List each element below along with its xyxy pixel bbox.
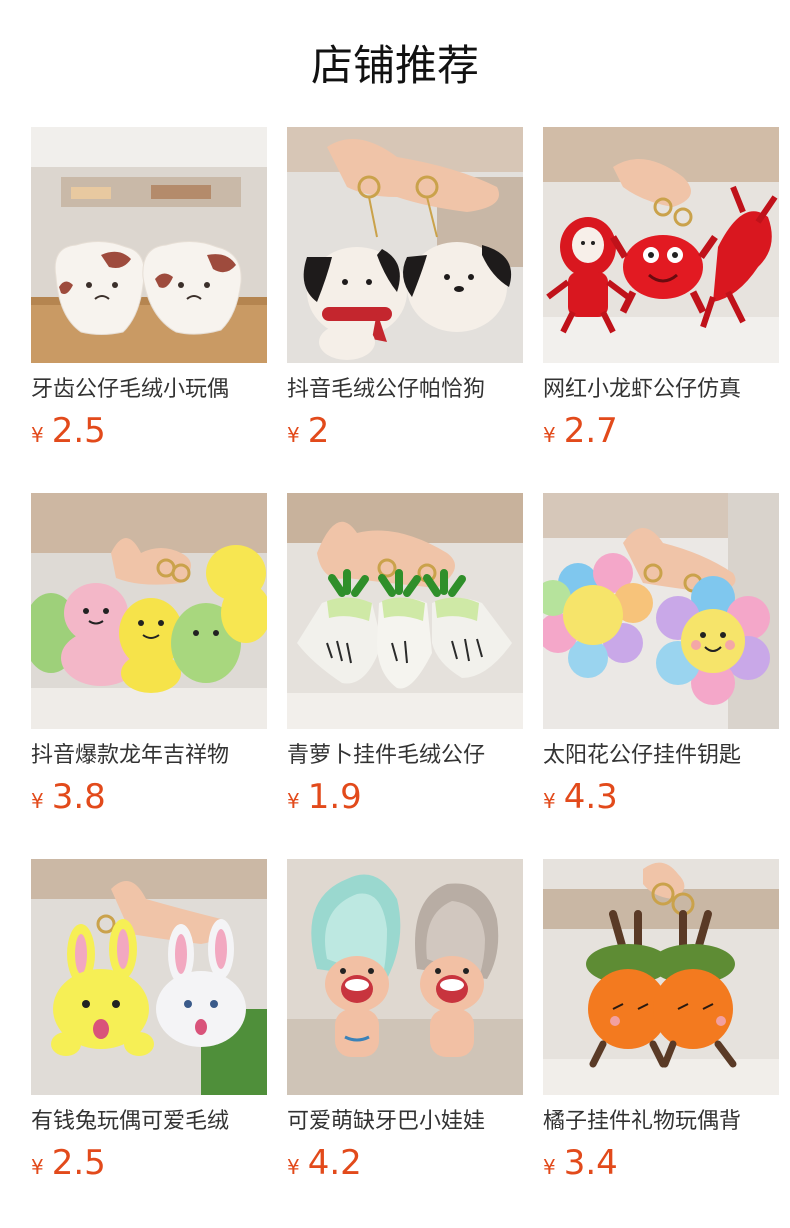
price-value: 2.5: [51, 411, 106, 451]
product-info: 抖音毛绒公仔帕恰狗 ¥2: [287, 375, 523, 451]
product-card[interactable]: 抖音毛绒公仔帕恰狗 ¥2: [287, 127, 523, 451]
troll-doll-image: [287, 859, 523, 1095]
radish-keychain-image: [287, 493, 523, 729]
product-name[interactable]: 可爱萌缺牙巴小娃娃: [287, 1107, 523, 1137]
product-name[interactable]: 橘子挂件礼物玩偶背: [543, 1107, 779, 1137]
product-price: ¥2.7: [543, 411, 779, 451]
product-card[interactable]: 太阳花公仔挂件钥匙 ¥4.3: [543, 493, 779, 817]
product-card[interactable]: 抖音爆款龙年吉祥物 ¥3.8: [31, 493, 267, 817]
price-value: 4.2: [307, 1143, 362, 1183]
product-image[interactable]: [543, 493, 779, 729]
orange-keychain-image: [543, 859, 779, 1095]
price-value: 4.3: [563, 777, 618, 817]
currency-symbol: ¥: [287, 789, 300, 813]
price-value: 2.5: [51, 1143, 106, 1183]
product-price: ¥2: [287, 411, 523, 451]
currency-symbol: ¥: [543, 1155, 556, 1179]
currency-symbol: ¥: [287, 1155, 300, 1179]
product-name[interactable]: 牙齿公仔毛绒小玩偶: [31, 375, 267, 405]
product-price: ¥4.2: [287, 1143, 523, 1183]
product-image[interactable]: [543, 859, 779, 1095]
product-price: ¥1.9: [287, 777, 523, 817]
product-price: ¥2.5: [31, 1143, 267, 1183]
product-price: ¥3.8: [31, 777, 267, 817]
product-info: 青萝卜挂件毛绒公仔 ¥1.9: [287, 741, 523, 817]
currency-symbol: ¥: [543, 423, 556, 447]
price-value: 3.4: [563, 1143, 618, 1183]
product-image[interactable]: [543, 127, 779, 363]
product-name[interactable]: 抖音毛绒公仔帕恰狗: [287, 375, 523, 405]
pochacco-keychain-image: [287, 127, 523, 363]
product-name[interactable]: 太阳花公仔挂件钥匙: [543, 741, 779, 771]
product-image[interactable]: [287, 127, 523, 363]
price-value: 3.8: [51, 777, 106, 817]
currency-symbol: ¥: [543, 789, 556, 813]
currency-symbol: ¥: [287, 423, 300, 447]
product-card[interactable]: 牙齿公仔毛绒小玩偶 ¥2.5: [31, 127, 267, 451]
price-value: 2.7: [563, 411, 618, 451]
product-name[interactable]: 抖音爆款龙年吉祥物: [31, 741, 267, 771]
product-info: 牙齿公仔毛绒小玩偶 ¥2.5: [31, 375, 267, 451]
product-name[interactable]: 青萝卜挂件毛绒公仔: [287, 741, 523, 771]
product-info: 有钱兔玩偶可爱毛绒 ¥2.5: [31, 1107, 267, 1183]
product-info: 网红小龙虾公仔仿真 ¥2.7: [543, 375, 779, 451]
price-value: 1.9: [307, 777, 362, 817]
product-grid: 牙齿公仔毛绒小玩偶 ¥2.5 抖音毛绒公仔帕恰狗 ¥ 2 网红小龙虾公仔仿真 ¥…: [31, 127, 779, 1183]
product-card[interactable]: 青萝卜挂件毛绒公仔 ¥1.9: [287, 493, 523, 817]
product-info: 太阳花公仔挂件钥匙 ¥4.3: [543, 741, 779, 817]
product-info: 可爱萌缺牙巴小娃娃 ¥4.2: [287, 1107, 523, 1183]
product-name[interactable]: 网红小龙虾公仔仿真: [543, 375, 779, 405]
rabbit-keychain-image: [31, 859, 267, 1095]
currency-symbol: ¥: [31, 423, 44, 447]
product-info: 抖音爆款龙年吉祥物 ¥3.8: [31, 741, 267, 817]
product-image[interactable]: [287, 493, 523, 729]
product-info: 橘子挂件礼物玩偶背 ¥3.4: [543, 1107, 779, 1183]
section-title: 店铺推荐: [310, 41, 479, 90]
price-value: 2: [307, 411, 330, 451]
product-image[interactable]: [31, 493, 267, 729]
tooth-plush-image: [31, 127, 267, 363]
product-card[interactable]: 橘子挂件礼物玩偶背 ¥3.4: [543, 859, 779, 1183]
product-price: ¥2.5: [31, 411, 267, 451]
currency-symbol: ¥: [31, 789, 44, 813]
product-price: ¥3.4: [543, 1143, 779, 1183]
product-image[interactable]: [31, 859, 267, 1095]
product-card[interactable]: 可爱萌缺牙巴小娃娃 ¥4.2: [287, 859, 523, 1183]
product-image[interactable]: [31, 127, 267, 363]
product-card[interactable]: 有钱兔玩偶可爱毛绒 ¥2.5: [31, 859, 267, 1183]
product-name[interactable]: 有钱兔玩偶可爱毛绒: [31, 1107, 267, 1137]
product-price: ¥4.3: [543, 777, 779, 817]
store-recommendations-page: 店铺推荐 牙齿公仔毛绒小玩偶 ¥ 2.5 抖音毛绒公仔帕恰狗 ¥ 2 网红小龙虾…: [0, 0, 790, 1228]
crayfish-plush-image: [543, 127, 779, 363]
product-image[interactable]: [287, 859, 523, 1095]
dragon-plush-image: [31, 493, 267, 729]
product-card[interactable]: 网红小龙虾公仔仿真 ¥2.7: [543, 127, 779, 451]
sunflower-keychain-image: [543, 493, 779, 729]
currency-symbol: ¥: [31, 1155, 44, 1179]
